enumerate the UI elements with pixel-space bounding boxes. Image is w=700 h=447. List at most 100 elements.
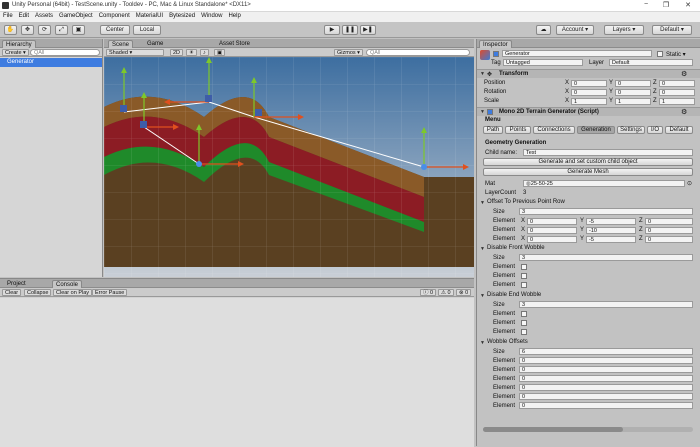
wobble-size-field[interactable]: 6 — [519, 348, 693, 355]
layout-dropdown[interactable]: Default ▾ — [652, 25, 692, 35]
scene-viewport[interactable] — [104, 57, 474, 277]
end-element-checkbox[interactable] — [521, 311, 527, 317]
tab-inspector[interactable]: Inspector — [479, 40, 512, 48]
settings-gear-icon[interactable]: ⚙ — [681, 108, 687, 116]
front-element-checkbox[interactable] — [521, 273, 527, 279]
transform-header[interactable]: ▼ ✥ Transform ⚙ — [477, 69, 700, 78]
tab-project[interactable]: Project — [4, 280, 29, 288]
pivot-center-button[interactable]: Center — [100, 25, 130, 35]
rect-tool-button[interactable]: ▣ — [72, 25, 85, 35]
shading-dropdown[interactable]: Shaded ▾ — [106, 49, 164, 56]
offset-size-field[interactable]: 3 — [519, 208, 693, 215]
wobble-element-field[interactable]: 0 — [519, 393, 693, 400]
offset-x-field[interactable]: 0 — [527, 236, 577, 243]
cloud-button[interactable]: ☁ — [536, 25, 551, 35]
menu-tab-generation[interactable]: Generation — [577, 126, 615, 134]
end-element-checkbox[interactable] — [521, 320, 527, 326]
account-dropdown[interactable]: Account ▾ — [556, 25, 594, 35]
scrollbar-thumb[interactable] — [483, 427, 623, 432]
menu-materialui[interactable]: MaterialUI — [133, 12, 166, 19]
end-size-field[interactable]: 3 — [519, 301, 693, 308]
hierarchy-search-input[interactable]: Q‍All — [30, 49, 100, 56]
menu-file[interactable]: File — [0, 12, 16, 19]
offset-y-field[interactable]: -5 — [586, 218, 636, 225]
menu-help[interactable]: Help — [225, 12, 243, 19]
end-wobble-expand-icon[interactable]: ▼ — [480, 293, 485, 299]
front-element-checkbox[interactable] — [521, 264, 527, 270]
menu-tab-default[interactable]: Default — [665, 126, 693, 134]
settings-gear-icon[interactable]: ⚙ — [681, 70, 687, 78]
wobble-offsets-expand-icon[interactable]: ▼ — [480, 340, 485, 346]
log-count[interactable]: ⓘ 0 — [420, 289, 437, 296]
rotation-x-field[interactable]: 0 — [571, 89, 607, 96]
play-button[interactable]: ▶ — [324, 25, 340, 35]
image-toggle-icon[interactable]: ▣ — [214, 49, 226, 56]
menu-tab-path[interactable]: Path — [483, 126, 503, 134]
offset-y-field[interactable]: -10 — [586, 227, 636, 234]
close-button[interactable]: ✕ — [682, 1, 694, 9]
offset-x-field[interactable]: 0 — [527, 227, 577, 234]
wobble-element-field[interactable]: 0 — [519, 357, 693, 364]
generate-mesh-button[interactable]: Generate Mesh — [483, 168, 693, 176]
menu-window[interactable]: Window — [198, 12, 225, 19]
end-element-checkbox[interactable] — [521, 329, 527, 335]
clear-on-play-button[interactable]: Clear on Play — [53, 289, 93, 296]
offset-z-field[interactable]: 0 — [645, 227, 693, 234]
error-pause-button[interactable]: Error Pause — [92, 289, 128, 296]
step-button[interactable]: ▶❚ — [360, 25, 376, 35]
object-picker-icon[interactable]: ⊙ — [687, 180, 692, 187]
front-element-checkbox[interactable] — [521, 282, 527, 288]
scale-y-field[interactable]: 1 — [615, 98, 651, 105]
mat-field[interactable]: ◍25-50-25 — [523, 180, 685, 187]
static-checkbox[interactable] — [657, 51, 663, 57]
offset-z-field[interactable]: 0 — [645, 236, 693, 243]
menu-bytesized[interactable]: Bytesized — [166, 12, 198, 19]
menu-tab-points[interactable]: Points — [505, 126, 531, 134]
script-enabled-checkbox[interactable] — [487, 109, 493, 115]
audio-toggle-icon[interactable]: ♪ — [200, 49, 209, 56]
pivot-local-button[interactable]: Local — [133, 25, 161, 35]
tab-console[interactable]: Console — [52, 280, 83, 288]
rotate-tool-button[interactable]: ⟳ — [38, 25, 51, 35]
menu-tab-settings[interactable]: Settings — [617, 126, 645, 134]
tag-dropdown[interactable]: Untagged — [503, 59, 583, 66]
maximize-button[interactable]: ❐ — [660, 1, 672, 9]
wobble-element-field[interactable]: 0 — [519, 375, 693, 382]
layers-dropdown[interactable]: Layers ▾ — [604, 25, 644, 35]
wobble-element-field[interactable]: 0 — [519, 384, 693, 391]
script-component-header[interactable]: ▼ Mono 2D Terrain Generator (Script) ⚙ — [477, 107, 700, 116]
menu-component[interactable]: Component — [96, 12, 133, 19]
position-z-field[interactable]: 0 — [659, 80, 695, 87]
minimize-button[interactable]: − — [640, 1, 652, 8]
pause-button[interactable]: ❚❚ — [342, 25, 358, 35]
hand-tool-button[interactable]: ✋ — [4, 25, 17, 35]
tab-scene[interactable]: Scene — [108, 40, 134, 48]
front-size-field[interactable]: 3 — [519, 254, 693, 261]
create-dropdown[interactable]: Create ▾ — [2, 49, 29, 56]
offset-expand-icon[interactable]: ▼ — [480, 200, 485, 206]
menu-gameobject[interactable]: GameObject — [56, 12, 96, 19]
menu-edit[interactable]: Edit — [16, 12, 32, 19]
gizmos-dropdown[interactable]: Gizmos ▾ — [334, 49, 363, 56]
inspector-scrollbar[interactable] — [483, 427, 693, 432]
hierarchy-item-generator[interactable]: Generator — [0, 58, 102, 67]
tab-hierarchy[interactable]: Hierarchy — [2, 40, 36, 48]
rotation-z-field[interactable]: 0 — [659, 89, 695, 96]
object-name-field[interactable]: Generator — [502, 50, 652, 57]
position-y-field[interactable]: 0 — [615, 80, 651, 87]
scene-search-input[interactable]: Q‍All — [366, 49, 470, 56]
error-count[interactable]: ⊗ 0 — [456, 289, 472, 296]
wobble-element-field[interactable]: 0 — [519, 366, 693, 373]
light-toggle-icon[interactable]: ☀ — [186, 49, 197, 56]
clear-button[interactable]: Clear — [2, 289, 22, 296]
offset-x-field[interactable]: 0 — [527, 218, 577, 225]
offset-y-field[interactable]: -5 — [586, 236, 636, 243]
layer-dropdown[interactable]: Default — [609, 59, 693, 66]
mode-2d-button[interactable]: 2D — [170, 49, 184, 56]
menu-tab-connections[interactable]: Connections — [533, 126, 575, 134]
position-x-field[interactable]: 0 — [571, 80, 607, 87]
wobble-element-field[interactable]: 0 — [519, 402, 693, 409]
scale-tool-button[interactable]: ⤢ — [55, 25, 68, 35]
tab-game[interactable]: Game — [144, 40, 166, 48]
offset-z-field[interactable]: 0 — [645, 218, 693, 225]
